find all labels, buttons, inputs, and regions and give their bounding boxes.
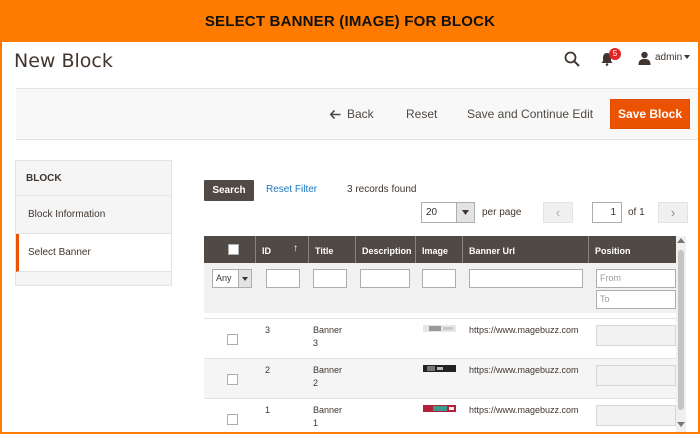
row-checkbox[interactable]: [227, 374, 238, 385]
chevron-left-icon: ‹: [555, 205, 561, 220]
cell-id: 1: [265, 405, 271, 415]
save-and-continue-button[interactable]: Save and Continue Edit: [467, 107, 593, 121]
reset-button[interactable]: Reset: [406, 107, 437, 121]
admin-user-menu[interactable]: admin: [655, 52, 682, 63]
cell-banner-url: https://www.magebuzz.com: [469, 325, 579, 335]
sidebar-item-select-banner[interactable]: Select Banner: [16, 234, 171, 272]
column-header-banner-url[interactable]: Banner Url: [463, 236, 589, 263]
mass-select-filter[interactable]: Any: [212, 269, 252, 288]
cell-title: Banner: [313, 365, 343, 375]
admin-frame: New Block 5 admin Back Reset Save and Co…: [2, 42, 698, 432]
id-filter-input[interactable]: [266, 269, 300, 288]
cell-title-suffix: 2: [313, 378, 319, 388]
cell-title: Banner: [313, 405, 343, 415]
page-number-input[interactable]: 1: [592, 202, 622, 223]
page-title: New Block: [14, 50, 113, 72]
sidebar-item-block-information[interactable]: Block Information: [16, 196, 171, 234]
description-filter-input[interactable]: [360, 269, 410, 288]
sidebar-title: BLOCK: [16, 161, 171, 196]
grid-filter-row: Any From To: [204, 263, 676, 313]
column-header-position[interactable]: Position: [589, 236, 676, 263]
reset-filter-link[interactable]: Reset Filter: [266, 184, 317, 195]
back-label: Back: [347, 107, 374, 121]
scroll-up-icon[interactable]: [677, 238, 685, 243]
chevron-right-icon: ›: [670, 205, 676, 220]
per-page-value: 20: [426, 207, 438, 218]
per-page-select[interactable]: 20: [421, 202, 475, 223]
notification-count-badge[interactable]: 5: [609, 48, 621, 60]
tutorial-banner: SELECT BANNER (IMAGE) FOR BLOCK: [0, 0, 700, 42]
search-button[interactable]: Search: [204, 180, 254, 201]
column-header-id[interactable]: ID: [256, 236, 309, 263]
row-checkbox[interactable]: [227, 334, 238, 345]
vertical-scrollbar[interactable]: [676, 236, 686, 432]
grid-header-row: ID ↑ Title Description Image Banner Url …: [204, 236, 676, 263]
table-row[interactable]: 3 Banner 3 https://www.magebuzz.com: [204, 318, 676, 358]
chevron-down-icon[interactable]: [684, 55, 690, 59]
back-button[interactable]: Back: [330, 107, 374, 121]
banner-url-filter-input[interactable]: [469, 269, 583, 288]
filter-any-value: Any: [216, 273, 232, 283]
block-tabs-sidebar: BLOCK Block Information Select Banner: [15, 160, 172, 286]
row-checkbox[interactable]: [227, 414, 238, 425]
image-filter-input[interactable]: [422, 269, 456, 288]
next-page-button[interactable]: ›: [658, 202, 688, 223]
column-header-title[interactable]: Title: [309, 236, 356, 263]
column-header-description[interactable]: Description: [356, 236, 416, 263]
column-header-label: ID: [262, 246, 271, 256]
arrow-left-icon: [330, 109, 341, 119]
banner-grid: ID ↑ Title Description Image Banner Url …: [204, 236, 676, 432]
sort-ascending-icon[interactable]: ↑: [293, 243, 298, 254]
select-all-checkbox[interactable]: [228, 244, 239, 255]
page-header: New Block 5 admin: [2, 42, 698, 88]
page-total: of 1: [628, 207, 645, 218]
cell-banner-url: https://www.magebuzz.com: [469, 405, 579, 415]
scroll-down-icon[interactable]: [677, 422, 685, 427]
column-header-image[interactable]: Image: [416, 236, 463, 263]
previous-page-button[interactable]: ‹: [543, 202, 573, 223]
chevron-down-icon[interactable]: [456, 203, 474, 222]
table-row[interactable]: 1 Banner 1 https://www.magebuzz.com: [204, 398, 676, 432]
position-input[interactable]: [596, 405, 676, 426]
chevron-down-icon[interactable]: [238, 270, 251, 287]
cell-title-suffix: 1: [313, 418, 319, 428]
mass-select-header: [204, 236, 256, 263]
table-row[interactable]: 2 Banner 2 https://www.magebuzz.com: [204, 358, 676, 398]
cell-banner-url: https://www.magebuzz.com: [469, 365, 579, 375]
banner-thumbnail: [423, 325, 456, 332]
position-input[interactable]: [596, 325, 676, 346]
position-input[interactable]: [596, 365, 676, 386]
per-page-label: per page: [482, 207, 522, 218]
page-actions-bar: Back Reset Save and Continue Edit Save B…: [16, 88, 698, 140]
search-icon[interactable]: [564, 51, 580, 67]
position-to-input[interactable]: To: [596, 290, 676, 309]
cell-title-suffix: 3: [313, 338, 319, 348]
banner-thumbnail: [423, 405, 456, 412]
cell-id: 2: [265, 365, 271, 375]
banner-thumbnail: [423, 365, 456, 372]
scrollbar-thumb[interactable]: [678, 250, 684, 410]
title-filter-input[interactable]: [313, 269, 347, 288]
user-icon[interactable]: [638, 51, 651, 65]
position-from-input[interactable]: From: [596, 269, 676, 288]
cell-id: 3: [265, 325, 271, 335]
save-block-button[interactable]: Save Block: [610, 99, 690, 129]
banner-title: SELECT BANNER (IMAGE) FOR BLOCK: [204, 12, 496, 30]
records-count: 3 records found: [347, 184, 417, 195]
cell-title: Banner: [313, 325, 343, 335]
